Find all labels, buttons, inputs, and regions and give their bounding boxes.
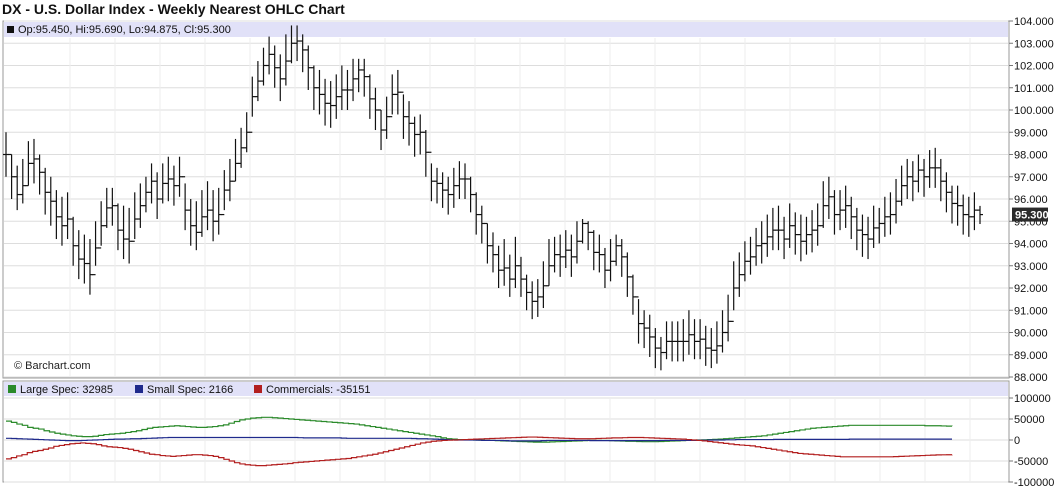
price-tick-label: 88.000 (1014, 372, 1048, 384)
price-tick-label: 90.000 (1014, 328, 1048, 340)
price-tick-label: 101.000 (1014, 83, 1054, 95)
legend-label-large-spec: Large Spec: 32985 (20, 384, 113, 396)
price-tick-label: 98.000 (1014, 150, 1048, 162)
cot-tick-label: 50000 (1014, 414, 1045, 426)
legend-swatch-commercials (254, 385, 262, 393)
price-tick-label: 89.000 (1014, 350, 1048, 362)
price-tick-label: 92.000 (1014, 283, 1048, 295)
price-tick-label: 103.000 (1014, 38, 1054, 50)
watermark: © Barchart.com (14, 360, 91, 372)
price-tick-label: 99.000 (1014, 127, 1048, 139)
legend-swatch-large-spec (8, 385, 16, 393)
price-tick-label: 93.000 (1014, 261, 1048, 273)
price-tick-label: 104.000 (1014, 16, 1054, 28)
cot-panel-frame (2, 380, 1010, 483)
price-tick-label: 102.000 (1014, 61, 1054, 73)
legend-swatch-small-spec (135, 385, 143, 393)
legend-label-small-spec: Small Spec: 2166 (147, 384, 233, 396)
last-price-label: 95.300 (1015, 210, 1049, 222)
ohlc-readout: Op:95.450, Hi:95.690, Lo:94.875, Cl:95.3… (18, 24, 231, 36)
chart-canvas: Op:95.450, Hi:95.690, Lo:94.875, Cl:95.3… (2, 16, 1054, 486)
price-tick-label: 96.000 (1014, 194, 1048, 206)
price-tick-label: 100.000 (1014, 105, 1054, 117)
cot-tick-label: -100000 (1014, 477, 1054, 486)
cot-tick-label: 0 (1014, 435, 1020, 447)
cot-tick-label: 100000 (1014, 393, 1051, 405)
price-tick-label: 91.000 (1014, 305, 1048, 317)
price-tick-label: 97.000 (1014, 172, 1048, 184)
cot-legend: Large Spec: 32985 Small Spec: 2166 Comme… (8, 384, 371, 396)
price-tick-label: 94.000 (1014, 239, 1048, 251)
cot-tick-label: -50000 (1014, 456, 1048, 468)
legend-label-commercials: Commercials: -35151 (266, 384, 371, 396)
ohlc-marker-icon (7, 26, 14, 33)
